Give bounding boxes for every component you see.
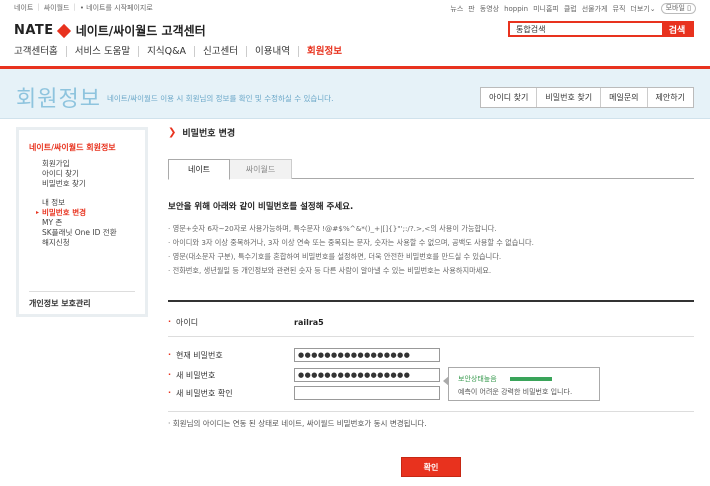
current-password-field[interactable]: ●●●●●●●●●●●●●●●●● — [294, 348, 440, 362]
service-tabs: 네이트 싸이월드 — [168, 159, 694, 180]
link-nate[interactable]: 네이트 — [14, 3, 33, 13]
sidebar-item-my-zone[interactable]: MY 존 — [42, 218, 145, 228]
link-minihompy[interactable]: 미니홈피 — [533, 4, 559, 14]
link-gift[interactable]: 선물가게 — [582, 4, 608, 14]
suggest-button[interactable]: 제안하기 — [646, 88, 693, 107]
sidebar-item-find-password[interactable]: 비밀번호 찾기 — [42, 179, 145, 189]
rule-item: 아이디와 3자 이상 중복하거나, 3자 이상 연속 또는 중복되는 문자, 숫… — [168, 236, 534, 250]
new-password-label: 새 비밀번호 — [168, 370, 294, 381]
new-password-field[interactable]: ●●●●●●●●●●●●●●●●● — [294, 368, 440, 382]
search-button[interactable]: 검색 — [662, 23, 692, 36]
banner-quick-buttons: 아이디 찾기 비밀번호 찾기 메일문의 제안하기 — [480, 87, 694, 108]
id-label: 아이디 — [168, 317, 294, 328]
mail-inquiry-button[interactable]: 메일문의 — [600, 88, 646, 107]
sidebar-item-one-id[interactable]: SK플래닛 One ID 전환 — [42, 228, 145, 238]
nav-member-info[interactable]: 회원정보 — [297, 46, 350, 57]
confirm-button[interactable]: 확인 — [401, 457, 461, 477]
site-logo[interactable]: NATE 네이트/싸이월드 고객센터 — [14, 22, 206, 39]
strength-status: 보안상태높음 — [458, 375, 497, 383]
form-top-divider — [168, 300, 694, 302]
strength-bar — [509, 377, 552, 381]
search-input[interactable] — [510, 23, 662, 35]
link-music[interactable]: 뮤직 — [613, 4, 626, 14]
instruction-heading: 보안을 위해 아래와 같이 비밀번호를 설정해 주세요. — [168, 202, 354, 212]
sidebar-item-find-id[interactable]: 아이디 찾기 — [42, 169, 145, 179]
top-utility-bar: 네이트 | 싸이월드 | • 네이트를 시작페이지로 뉴스 판 동영상 hopp… — [0, 0, 710, 14]
nav-service-help[interactable]: 서비스 도움말 — [65, 46, 138, 57]
sidebar-item-withdraw[interactable]: 해지신청 — [42, 238, 145, 248]
link-video[interactable]: 동영상 — [480, 4, 499, 14]
tab-cyworld[interactable]: 싸이월드 — [230, 159, 292, 179]
title-arrow-icon: ❯ — [168, 127, 177, 138]
link-news[interactable]: 뉴스 — [450, 4, 463, 14]
confirm-password-row: 새 비밀번호 확인 — [168, 386, 440, 400]
nav-knowledge-qa[interactable]: 지식Q&A — [138, 46, 194, 57]
top-left-links: 네이트 | 싸이월드 | • 네이트를 시작페이지로 — [14, 3, 153, 13]
sidebar-divider — [29, 291, 135, 292]
sidebar-item-my-info[interactable]: 내 정보 — [42, 198, 145, 208]
new-password-row: 새 비밀번호 ●●●●●●●●●●●●●●●●● — [168, 368, 440, 382]
nav-report-center[interactable]: 신고센터 — [194, 46, 246, 57]
id-row: 아이디 railra5 — [168, 317, 324, 328]
banner-title: 회원정보 — [16, 87, 101, 112]
password-rules: 영문+숫자 6자~20자로 사용가능하며, 특수문자 !@#$%^&*()_+|… — [168, 222, 534, 278]
page-banner: 회원정보 네이트/싸이월드 이용 시 회원님의 정보를 확인 및 수정하실 수 … — [0, 69, 710, 119]
tab-nate[interactable]: 네이트 — [168, 159, 230, 180]
confirm-password-field[interactable] — [294, 386, 440, 400]
current-password-label: 현재 비밀번호 — [168, 350, 294, 361]
banner-description: 네이트/싸이월드 이용 시 회원님의 정보를 확인 및 수정하실 수 있습니다. — [107, 94, 334, 103]
nate-logo: NATE — [14, 23, 54, 38]
diamond-logo-icon — [56, 23, 71, 38]
sidebar-heading[interactable]: 네이트/싸이월드 회원정보 — [29, 142, 145, 153]
chevron-down-icon: ⌄ — [649, 4, 656, 13]
sidebar-item-change-password[interactable]: 비밀번호 변경 — [36, 208, 145, 218]
sync-notice: 회원님의 아이디는 연동 된 상태로 네이트, 싸이월드 비밀번호가 동시 변경… — [168, 418, 427, 429]
link-pann[interactable]: 판 — [468, 4, 474, 14]
site-title: 네이트/싸이월드 고객센터 — [75, 24, 206, 38]
nav-usage-history[interactable]: 이용내역 — [246, 46, 298, 57]
confirm-password-label: 새 비밀번호 확인 — [168, 388, 294, 399]
rule-item: 영문+숫자 6자~20자로 사용가능하며, 특수문자 !@#$%^&*()_+|… — [168, 222, 534, 236]
form-divider — [168, 336, 694, 337]
main-content: ❯ 비밀번호 변경 네이트 싸이월드 보안을 위해 아래와 같이 비밀번호를 설… — [168, 126, 694, 412]
page-title: ❯ 비밀번호 변경 — [168, 126, 694, 139]
nav-cs-home[interactable]: 고객센터홈 — [14, 46, 66, 57]
rule-item: 영문(대소문자 구분), 특수기호를 혼합하여 비밀번호를 설정하면, 더욱 안… — [168, 250, 534, 264]
strength-description: 예측이 어려운 강력한 비밀번호 입니다. — [458, 388, 573, 396]
find-id-button[interactable]: 아이디 찾기 — [481, 88, 536, 107]
link-set-homepage[interactable]: • 네이트를 시작페이지로 — [80, 3, 153, 13]
current-password-row: 현재 비밀번호 ●●●●●●●●●●●●●●●●● — [168, 348, 440, 362]
link-hoppin[interactable]: hoppin — [504, 5, 528, 13]
rule-item: 전화번호, 생년월일 등 개인정보와 관련된 숫자 등 다른 사람이 알아낼 수… — [168, 264, 534, 278]
mobile-button[interactable]: 모바일 ▯ — [660, 3, 696, 14]
top-right-links: 뉴스 판 동영상 hoppin 미니홈피 클럽 선물가게 뮤직 더보기⌄ 모바일… — [450, 3, 696, 14]
main-nav: 고객센터홈 서비스 도움말 지식Q&A 신고센터 이용내역 회원정보 — [14, 46, 350, 57]
search-box: 검색 — [508, 21, 694, 37]
sidebar: 네이트/싸이월드 회원정보 회원가입 아이디 찾기 비밀번호 찾기 내 정보 비… — [16, 127, 148, 317]
link-more[interactable]: 더보기⌄ — [630, 4, 655, 14]
link-cyworld[interactable]: 싸이월드 — [44, 3, 70, 13]
find-password-button[interactable]: 비밀번호 찾기 — [536, 88, 600, 107]
sidebar-item-signup[interactable]: 회원가입 — [42, 159, 145, 169]
id-value: railra5 — [294, 318, 324, 327]
page-title-text: 비밀번호 변경 — [182, 129, 236, 139]
sidebar-item-privacy[interactable]: 개인정보 보호관리 — [29, 298, 91, 309]
form-bottom-divider — [168, 411, 694, 412]
link-club[interactable]: 클럽 — [564, 4, 577, 14]
password-strength-tooltip: 보안상태높음 예측이 어려운 강력한 비밀번호 입니다. — [443, 367, 600, 401]
